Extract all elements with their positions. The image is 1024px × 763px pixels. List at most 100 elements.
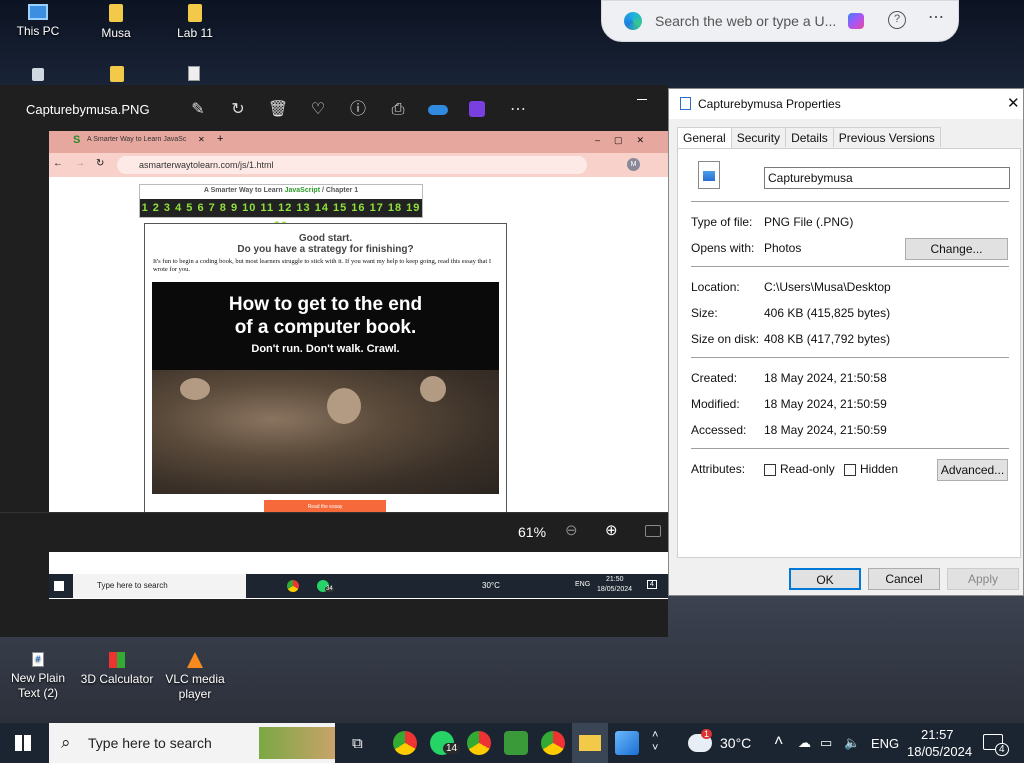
search-placeholder: Type here to search bbox=[88, 735, 212, 751]
dialog-title: Capturebymusa Properties bbox=[698, 97, 841, 111]
speaker-icon[interactable]: 🔈 bbox=[844, 735, 860, 751]
desktop-icon-3d-calculator[interactable]: 3D Calculator bbox=[78, 652, 156, 687]
edge-search-bar[interactable]: Search the web or type a U... ? ⋯ bbox=[601, 0, 959, 42]
rotate-icon[interactable]: ↻ bbox=[227, 99, 249, 121]
inner-notif-badge[interactable]: 4 bbox=[647, 580, 657, 589]
chevron-up-icon[interactable]: ˄ bbox=[774, 733, 783, 751]
delete-icon[interactable]: 🗑 bbox=[267, 99, 289, 121]
desktop-icon-this-pc[interactable]: This PC bbox=[0, 4, 76, 39]
essay-banner-image[interactable]: How to get to the end of a computer book… bbox=[152, 282, 499, 494]
photos-viewer: Capturebymusa.PNG ✎ ↻ 🗑 ♡ ⓘ ⎙ ⋯ S A Smar… bbox=[0, 85, 668, 637]
folder-icon[interactable] bbox=[110, 66, 124, 82]
profile-avatar[interactable]: M bbox=[627, 158, 640, 171]
notification-badge: 4 bbox=[995, 743, 1009, 756]
chrome-profile-icon[interactable] bbox=[467, 731, 491, 755]
fit-icon[interactable] bbox=[645, 525, 661, 537]
desktop-icon-musa[interactable]: Musa bbox=[78, 4, 154, 41]
inner-taskbar-search[interactable]: Type here to search bbox=[73, 574, 246, 598]
lang-indicator[interactable]: ENG bbox=[575, 581, 590, 588]
zoom-level[interactable]: 61% bbox=[518, 524, 546, 540]
language-indicator[interactable]: ENG bbox=[871, 736, 899, 751]
folder-icon bbox=[109, 4, 123, 22]
checkbox-box[interactable] bbox=[844, 463, 856, 476]
weather-temp[interactable]: 30°C bbox=[720, 735, 751, 751]
clock-date[interactable]: 18/05/2024 bbox=[907, 744, 972, 759]
url-field[interactable]: asmarterwaytolearn.com/js/1.html bbox=[117, 156, 587, 174]
inner-search-placeholder: Type here to search bbox=[97, 581, 168, 590]
reload-icon[interactable]: ↻ bbox=[96, 158, 104, 169]
text-file-icon: # bbox=[32, 652, 44, 667]
image-app-icon[interactable] bbox=[504, 731, 528, 755]
start-icon[interactable] bbox=[54, 581, 64, 591]
intro-text: It's fun to begin a coding book, but mos… bbox=[153, 258, 492, 273]
favorite-icon[interactable]: ♡ bbox=[307, 99, 329, 121]
window-controls[interactable]: –▢✕ bbox=[595, 135, 658, 146]
edit-icon[interactable]: ✎ bbox=[187, 99, 209, 121]
document-icon[interactable] bbox=[188, 66, 200, 81]
tab-details[interactable]: Details bbox=[785, 127, 834, 147]
banner-line1: How to get to the end bbox=[228, 294, 423, 315]
onedrive-icon[interactable] bbox=[428, 105, 448, 115]
start-icon[interactable] bbox=[15, 735, 31, 751]
inner-tab-title[interactable]: A Smarter Way to Learn JavaSc bbox=[87, 136, 186, 143]
weather-temp[interactable]: 30°C bbox=[482, 581, 500, 590]
chrome-m-icon[interactable] bbox=[541, 731, 565, 755]
desktop-icon-new-plain-text[interactable]: # New Plain Text (2) bbox=[0, 652, 76, 701]
tab-close-icon[interactable]: ✕ bbox=[198, 135, 205, 144]
more-icon[interactable]: ⋯ bbox=[928, 7, 944, 27]
recycle-bin-icon[interactable] bbox=[32, 68, 44, 81]
cloud-icon[interactable]: ☁ bbox=[798, 735, 811, 751]
photos-icon[interactable] bbox=[615, 731, 639, 755]
tab-security[interactable]: Security bbox=[730, 127, 787, 147]
essay-card: Good start. Do you have a strategy for f… bbox=[144, 223, 507, 522]
desktop-icon-label: Musa bbox=[101, 26, 131, 40]
viewer-title: Capturebymusa.PNG bbox=[26, 102, 150, 117]
filename-input[interactable]: Capturebymusa bbox=[764, 167, 1010, 189]
back-icon[interactable]: ← bbox=[53, 158, 63, 169]
chrome-icon[interactable] bbox=[393, 731, 417, 755]
copilot-icon[interactable] bbox=[848, 13, 864, 29]
checkbox-box[interactable] bbox=[764, 463, 776, 476]
desktop-icon-label: This PC bbox=[16, 24, 60, 38]
advanced-button[interactable]: Advanced... bbox=[937, 459, 1008, 481]
apply-button[interactable]: Apply bbox=[947, 568, 1019, 590]
clock-time[interactable]: 21:57 bbox=[921, 727, 954, 742]
disk-label: Size on disk: bbox=[691, 332, 760, 346]
readonly-checkbox[interactable]: Read-only bbox=[764, 462, 835, 476]
clipchamp-icon[interactable] bbox=[469, 101, 485, 117]
chapter-numbers[interactable]: 1 2 3 4 5 6 7 8 9 10 11 12 13 14 15 16 1… bbox=[140, 199, 422, 232]
info-icon[interactable]: ⓘ bbox=[347, 99, 369, 121]
change-button[interactable]: Change... bbox=[905, 238, 1008, 260]
zoom-in-icon[interactable]: ⊕ bbox=[605, 521, 618, 539]
tab-previous-versions[interactable]: Previous Versions bbox=[832, 127, 941, 147]
minimize-icon[interactable] bbox=[637, 99, 647, 100]
print-icon[interactable]: ⎙ bbox=[387, 99, 409, 121]
forward-icon[interactable]: → bbox=[75, 158, 85, 169]
tab-general[interactable]: General bbox=[677, 127, 732, 149]
desktop-icon-vlc[interactable]: VLC media player bbox=[157, 652, 233, 702]
hidden-checkbox[interactable]: Hidden bbox=[844, 462, 898, 476]
search-highlight-image bbox=[259, 727, 335, 759]
new-tab-icon[interactable]: + bbox=[217, 133, 223, 145]
battery-icon[interactable]: ▭ bbox=[820, 735, 832, 751]
ok-button[interactable]: OK bbox=[789, 568, 861, 590]
whatsapp-badge: 34 bbox=[325, 586, 334, 592]
task-view-icon[interactable]: ⧉ bbox=[352, 735, 363, 752]
inner-tab-bar: S A Smarter Way to Learn JavaSc ✕ + –▢✕ bbox=[49, 131, 668, 153]
zoom-out-icon[interactable]: ⊖ bbox=[565, 521, 578, 539]
inner-clock-date[interactable]: 18/05/2024 bbox=[597, 586, 632, 593]
file-explorer-icon[interactable] bbox=[572, 723, 608, 763]
taskbar-search[interactable]: ⌕ Type here to search bbox=[49, 723, 335, 763]
good-start-heading: Good start. bbox=[298, 233, 353, 244]
more-icon[interactable]: ⋯ bbox=[507, 99, 529, 121]
overflow-icon[interactable]: ˄ ˅ bbox=[652, 729, 658, 755]
help-icon[interactable]: ? bbox=[888, 11, 906, 29]
cancel-button[interactable]: Cancel bbox=[868, 568, 940, 590]
inner-taskbar: Type here to search 34 30°C ENG 21:50 18… bbox=[49, 574, 668, 598]
desktop-icon-lab11[interactable]: Lab 11 bbox=[157, 4, 233, 41]
close-icon[interactable]: ✕ bbox=[1007, 94, 1020, 112]
inner-clock-time[interactable]: 21:50 bbox=[606, 576, 624, 583]
folder-icon bbox=[188, 4, 202, 22]
chrome-icon[interactable] bbox=[287, 580, 299, 592]
calculator-icon bbox=[109, 652, 125, 668]
